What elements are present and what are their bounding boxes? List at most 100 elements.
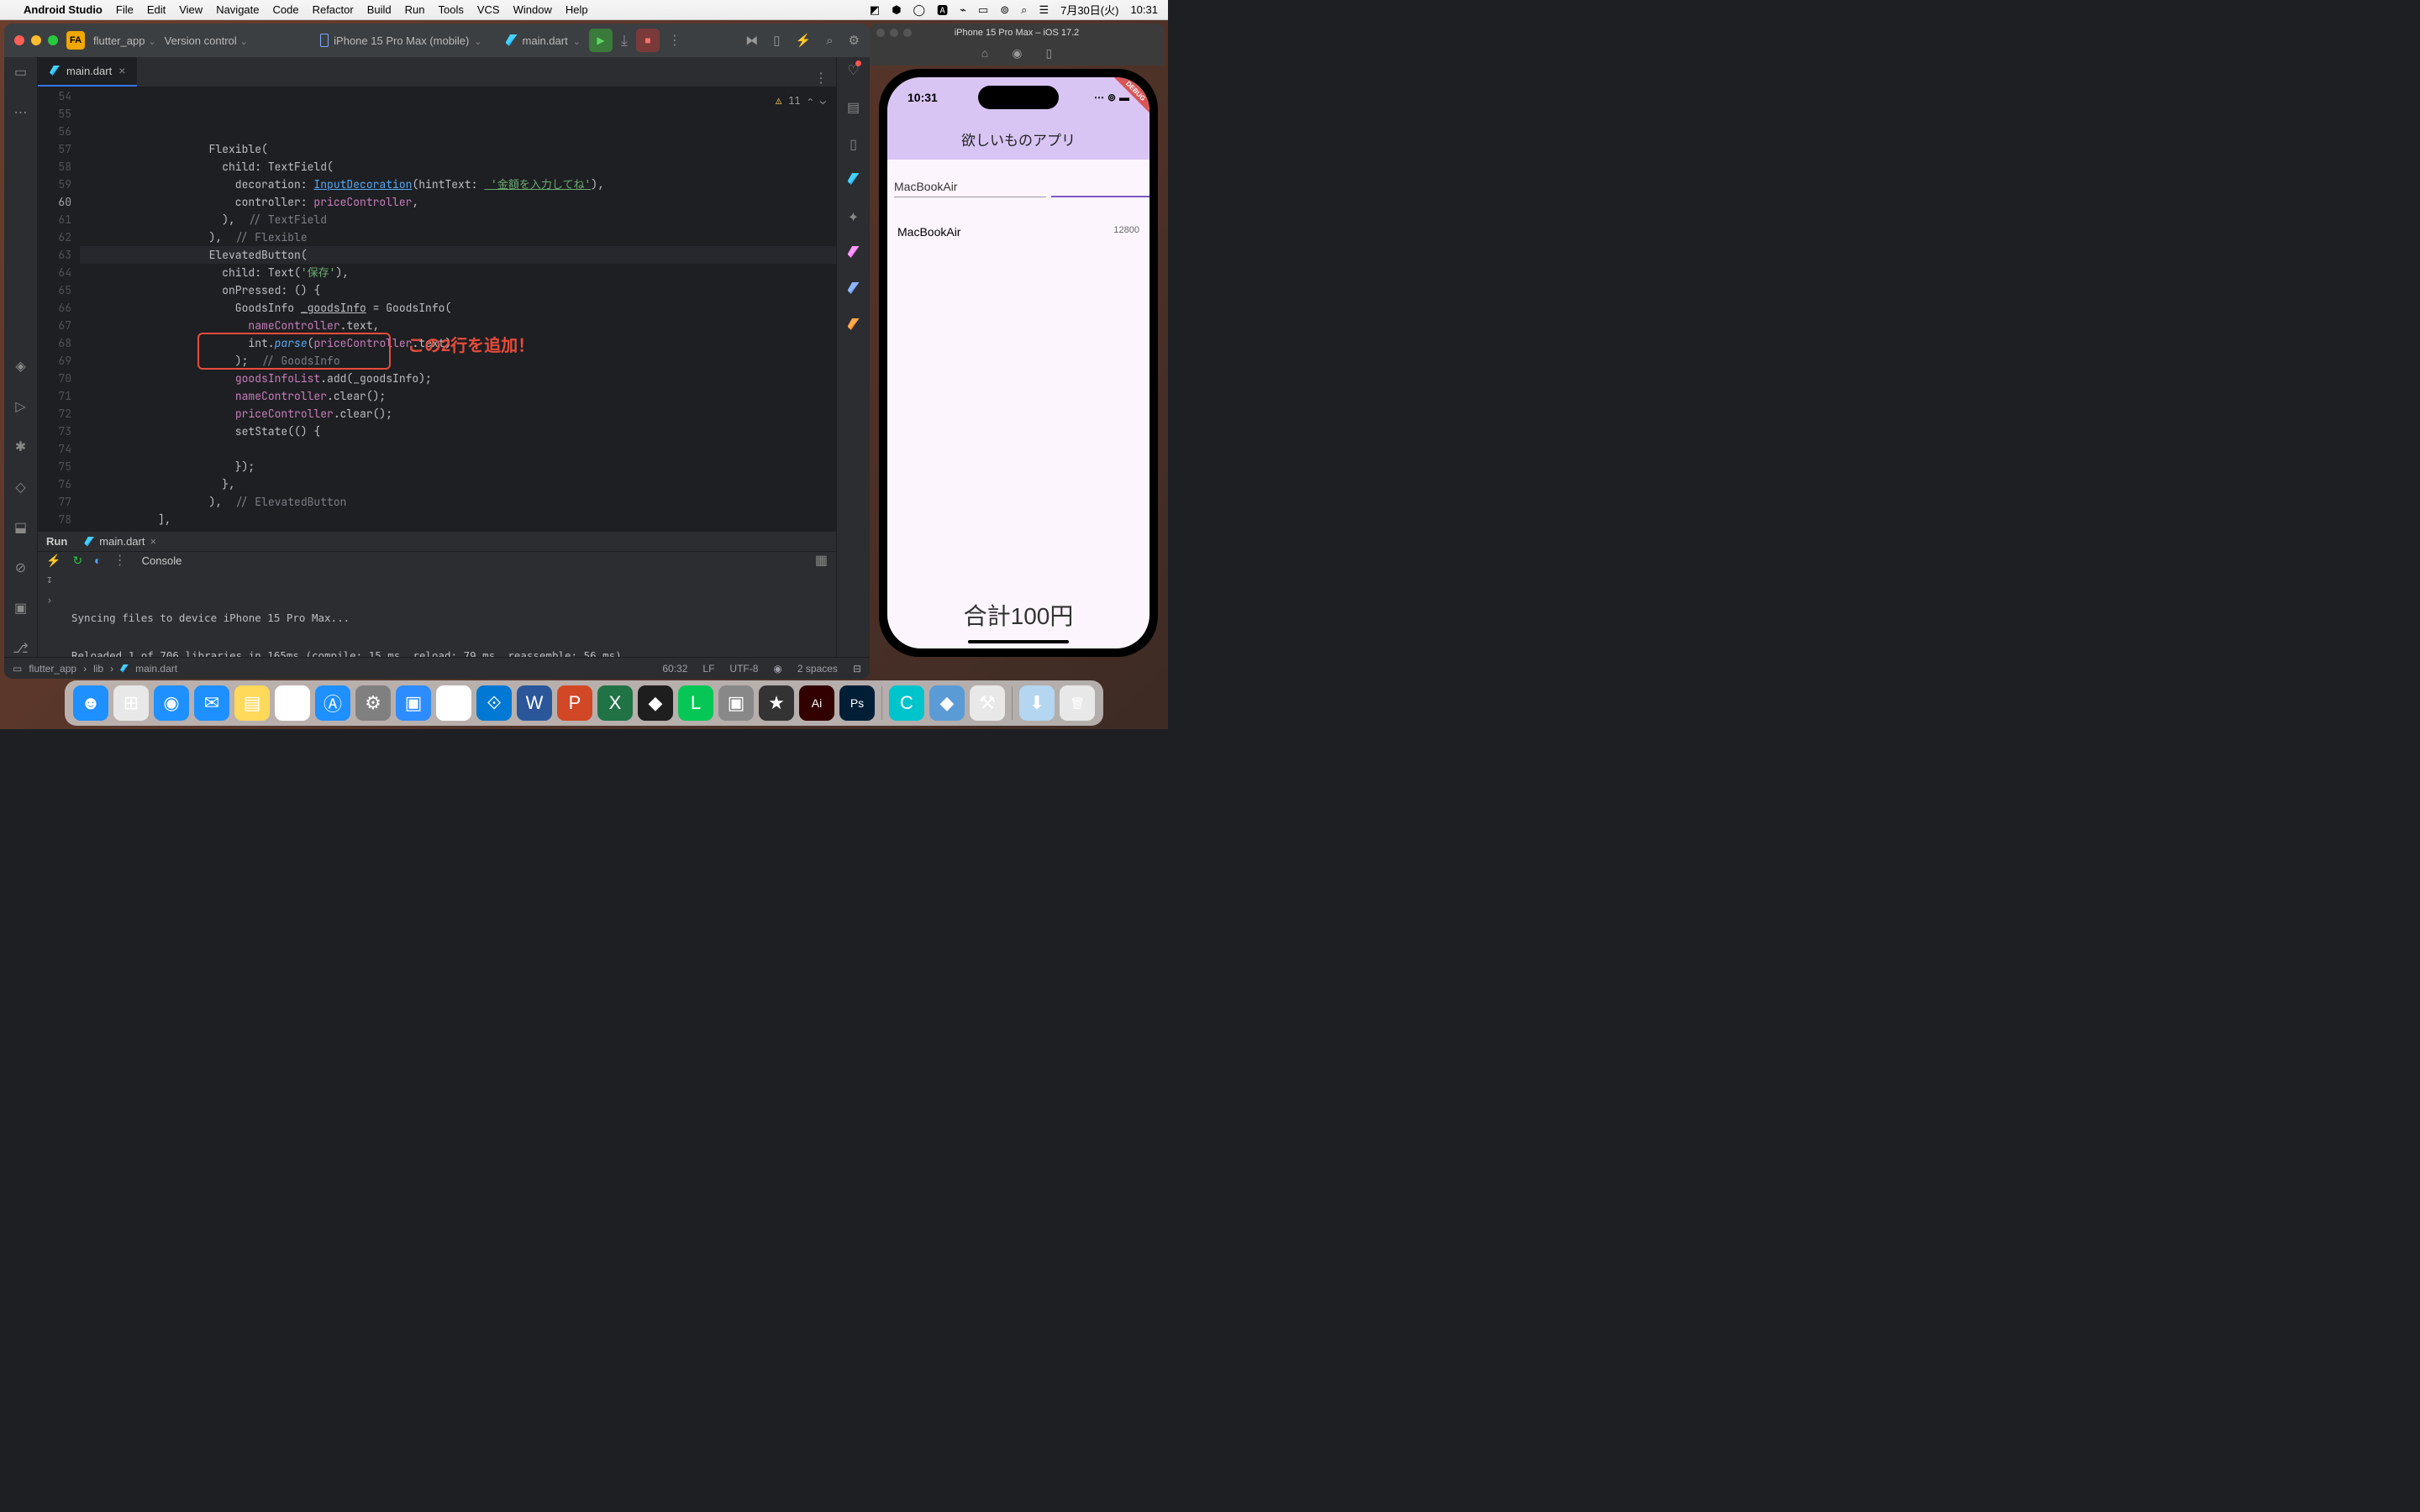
menu-vcs[interactable]: VCS xyxy=(477,3,500,16)
close-run-tab[interactable]: × xyxy=(150,535,156,548)
cursor-position[interactable]: 60:32 xyxy=(662,663,687,675)
dock-illustrator[interactable]: Ai xyxy=(799,685,834,721)
more-run-options[interactable]: ⋮ xyxy=(668,32,681,49)
input-source-icon[interactable]: 🅰 xyxy=(937,2,948,18)
sim-screenshot-icon[interactable]: ◉ xyxy=(1012,46,1022,60)
build-tool[interactable]: ⬓ xyxy=(14,519,27,536)
code-line[interactable]: nameController.text, xyxy=(80,317,836,334)
problems-tool[interactable]: ⊘ xyxy=(15,559,26,576)
encoding[interactable]: UTF-8 xyxy=(729,663,758,675)
menubar-time[interactable]: 10:31 xyxy=(1130,3,1158,16)
close-tab-button[interactable]: × xyxy=(118,64,125,77)
dock-zoom[interactable]: ▣ xyxy=(396,685,431,721)
line-ending[interactable]: LF xyxy=(702,663,714,675)
code-line[interactable]: nameController.clear(); xyxy=(80,387,836,405)
spotlight-icon[interactable]: ⌕ xyxy=(1021,3,1027,17)
sim-close-button[interactable] xyxy=(876,29,885,37)
breadcrumb-lib[interactable]: lib xyxy=(93,663,103,675)
flutter-outline-tool[interactable] xyxy=(848,246,860,262)
sim-minimize-button[interactable] xyxy=(890,29,898,37)
app-menu[interactable]: Android Studio xyxy=(24,3,103,16)
dock-x1[interactable]: ▣ xyxy=(718,685,754,721)
minimize-window-button[interactable] xyxy=(31,35,41,45)
dock-excel[interactable]: X xyxy=(597,685,633,721)
menu-build[interactable]: Build xyxy=(367,3,392,16)
dock-powerpoint[interactable]: P xyxy=(557,685,592,721)
console-step-icon[interactable]: › xyxy=(46,595,53,607)
bolt-icon[interactable]: ⚡ xyxy=(795,33,811,48)
control-center-icon[interactable]: ☰ xyxy=(1039,3,1049,17)
code-line[interactable]: ), // ElevatedButton xyxy=(80,493,836,511)
menubar-icon[interactable]: ◯ xyxy=(913,3,926,17)
code-lines[interactable]: ⚠ 11 ⌃ ⌄ Flexible( child: TextField( dec… xyxy=(80,87,836,531)
bookmarks-tool[interactable]: ◈ xyxy=(15,358,25,375)
dock-word[interactable]: W xyxy=(517,685,552,721)
dock-finder[interactable]: ☻ xyxy=(73,685,108,721)
indent-setting[interactable]: 2 spaces xyxy=(797,663,838,675)
code-line[interactable]: ], xyxy=(80,511,836,528)
gradle-tool[interactable]: ▤ xyxy=(847,99,860,116)
debug-icon[interactable]: ⧓ xyxy=(745,33,758,48)
run-config-selector[interactable]: main.dart xyxy=(506,34,581,47)
debug-tool[interactable]: ✱ xyxy=(15,438,26,455)
layout-settings-icon[interactable]: ▦ xyxy=(815,552,828,569)
scroll-to-end-icon[interactable]: ↧ xyxy=(46,574,53,586)
dock-x2[interactable]: ◆ xyxy=(929,685,965,721)
app-quality-tool[interactable]: ◇ xyxy=(15,479,25,496)
code-line[interactable]: ), // TextField xyxy=(80,211,836,228)
code-line[interactable]: priceController.clear(); xyxy=(80,405,836,423)
maximize-window-button[interactable] xyxy=(48,35,58,45)
code-line[interactable]: decoration: InputDecoration(hintText: '金… xyxy=(80,176,836,193)
gemini-tool[interactable]: ✦ xyxy=(848,209,859,226)
dock-settings[interactable]: ⚙ xyxy=(355,685,391,721)
restart-icon[interactable]: ↻ xyxy=(72,554,82,568)
problems-indicator[interactable]: ⚠ 11 ⌃ ⌄ xyxy=(776,92,826,110)
menu-run[interactable]: Run xyxy=(405,3,425,16)
code-line[interactable]: setState(() { xyxy=(80,423,836,440)
dock-mail[interactable]: ✉ xyxy=(194,685,229,721)
menu-code[interactable]: Code xyxy=(273,3,299,16)
vcs-tool[interactable]: ⎇ xyxy=(13,640,28,657)
dock-safari[interactable]: ◉ xyxy=(154,685,189,721)
console-output[interactable]: ↧ › Syncing files to device iPhone 15 Pr… xyxy=(38,569,836,657)
dock-vscode[interactable]: ⟐ xyxy=(476,685,512,721)
name-input[interactable] xyxy=(894,176,1046,197)
device-selector[interactable]: iPhone 15 Pro Max (mobile) xyxy=(312,30,490,50)
code-line[interactable]: Flexible( xyxy=(80,140,836,158)
search-icon[interactable]: ⌕ xyxy=(826,34,833,48)
terminal-tool[interactable]: ▣ xyxy=(14,600,27,617)
menu-tools[interactable]: Tools xyxy=(439,3,464,16)
menubar-icon[interactable]: ⬢ xyxy=(892,3,901,17)
sim-home-icon[interactable]: ⌂ xyxy=(981,46,988,60)
code-editor[interactable]: 5455565758596061626364656667686970717273… xyxy=(38,87,836,531)
flutter-inspector-tool[interactable] xyxy=(848,282,860,298)
lock-icon[interactable]: ⊟ xyxy=(853,663,861,675)
editor-tab-main[interactable]: main.dart × xyxy=(38,57,137,87)
dock-downloads[interactable]: ⬇ xyxy=(1019,685,1055,721)
dock-figma[interactable]: ◆ xyxy=(638,685,673,721)
vcs-selector[interactable]: Version control xyxy=(165,34,248,47)
menu-window[interactable]: Window xyxy=(513,3,552,16)
code-line[interactable]: child: Text('保存'), xyxy=(80,264,836,281)
breadcrumb-file[interactable]: main.dart xyxy=(135,663,177,675)
code-line[interactable]: }, xyxy=(80,475,836,493)
flutter-perf-tool[interactable] xyxy=(848,318,860,334)
dock-chrome[interactable]: ◯ xyxy=(275,685,310,721)
code-line[interactable]: goodsInfoList.add(_goodsInfo); xyxy=(80,370,836,387)
battery-icon[interactable]: ▭ xyxy=(978,3,988,17)
console-more[interactable]: ⋮ xyxy=(113,552,127,569)
dock-slack[interactable]: ✱ xyxy=(436,685,471,721)
sim-clipboard-icon[interactable]: ▯ xyxy=(1045,46,1052,60)
menu-view[interactable]: View xyxy=(179,3,203,16)
code-line[interactable]: controller: priceController, xyxy=(80,193,836,211)
dock-line[interactable]: L xyxy=(678,685,713,721)
bluetooth-icon[interactable]: ⌁ xyxy=(960,3,966,17)
code-line[interactable]: onPressed: () { xyxy=(80,281,836,299)
emulator-tool[interactable]: ▯ xyxy=(850,136,857,153)
notifications-tool[interactable]: ♡ xyxy=(847,62,859,79)
wifi-icon[interactable]: ⊚ xyxy=(1000,3,1009,17)
settings-icon[interactable]: ⚙ xyxy=(849,33,860,48)
code-line[interactable]: GoodsInfo _goodsInfo = GoodsInfo( xyxy=(80,299,836,317)
prev-problem[interactable]: ⌃ xyxy=(808,92,813,110)
price-input[interactable] xyxy=(1051,176,1150,197)
